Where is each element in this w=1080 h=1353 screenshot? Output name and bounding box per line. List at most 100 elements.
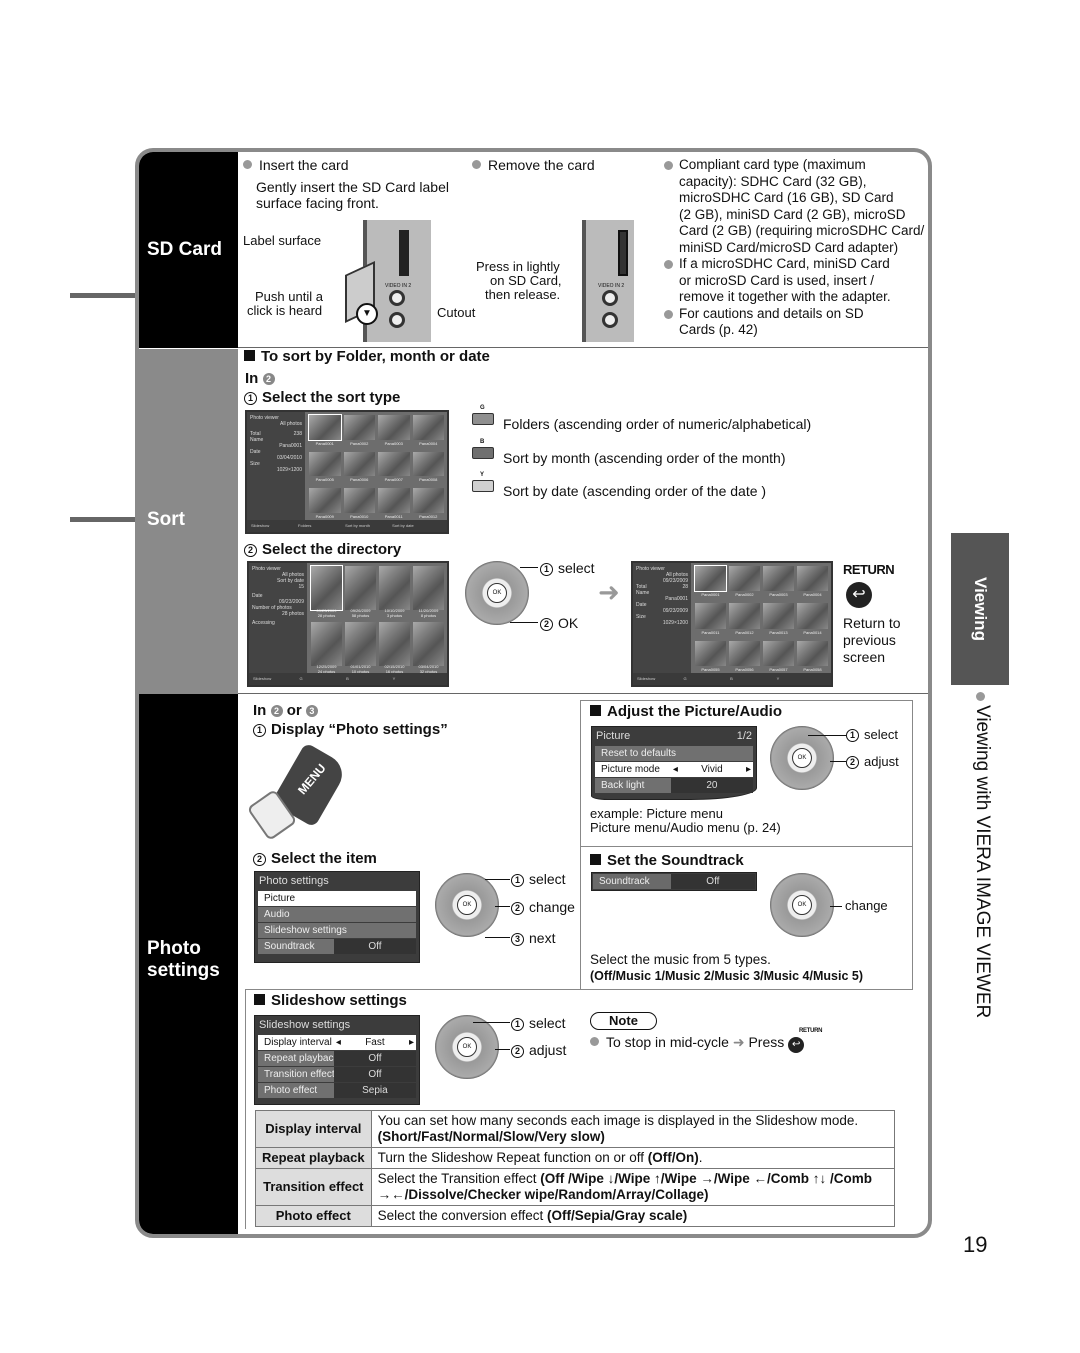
thumbnail-caption: Pana0005 bbox=[315, 477, 334, 483]
menu-item[interactable]: Picture mode ◂ ▸ Vivid bbox=[595, 762, 753, 777]
thumbnail[interactable]: Pana0057 bbox=[763, 640, 794, 675]
arrow-left-icon: ◂ bbox=[672, 764, 678, 775]
section-label: Sort bbox=[147, 509, 185, 530]
thumbnail[interactable]: Pana0058 bbox=[797, 640, 828, 675]
dpad-remote-icon: OK bbox=[435, 1015, 499, 1079]
return-button-icon: ↩ bbox=[846, 582, 872, 608]
video-jack bbox=[602, 290, 618, 306]
thumbnail[interactable]: Pana0055 bbox=[695, 640, 726, 675]
thumbnail[interactable]: Pana0001 bbox=[694, 564, 727, 600]
pad-select-label: 1 select bbox=[540, 560, 595, 577]
thumbnail-caption: Pana0004 bbox=[419, 440, 438, 446]
thumbnail[interactable]: 01/01/2010 10 photos bbox=[345, 622, 376, 675]
photo-thumbnail-image bbox=[378, 488, 410, 513]
screen-info-panel: Photo viewer All photos Sort by date 15 … bbox=[249, 563, 307, 673]
thumbnail[interactable]: Pana0011 bbox=[695, 603, 726, 637]
sort-in-step: In 2 bbox=[245, 370, 275, 388]
menu-item[interactable]: Transition effect Off bbox=[258, 1067, 416, 1082]
thumbnail[interactable]: Pana0014 bbox=[797, 603, 828, 637]
divider bbox=[580, 700, 581, 990]
thumbnail[interactable]: 11/20/2009 8 photos bbox=[413, 566, 444, 619]
menu-item[interactable]: Photo effect Sepia bbox=[258, 1083, 416, 1098]
note-badge: Note bbox=[590, 1012, 657, 1030]
color-key-button-icon bbox=[472, 480, 494, 492]
callout-line bbox=[510, 622, 538, 623]
thumbnail[interactable]: Pana0010 bbox=[343, 488, 375, 522]
arrow-right-icon: ▸ bbox=[408, 1037, 414, 1048]
photo-thumbnail-image bbox=[763, 640, 794, 666]
chapter-tab-viewing[interactable]: Viewing bbox=[951, 533, 1009, 685]
thumbnail[interactable]: Pana0012 bbox=[729, 603, 760, 637]
footer-key-label: Folders bbox=[298, 523, 312, 528]
arrow-right-icon: ▸ bbox=[745, 764, 751, 775]
note-line: For cautions and details on SD bbox=[679, 305, 864, 321]
thumbnail-grid: Pana0001 Pana0002 Pana0003 Pana0004 Pana0011… bbox=[691, 563, 831, 673]
thumbnail[interactable]: 09/26/2009 58 photos bbox=[345, 566, 376, 619]
thumbnail-caption: Pana0006 bbox=[350, 477, 369, 483]
menu-item[interactable]: Repeat playback Off bbox=[258, 1051, 416, 1066]
thumbnail[interactable]: Pana0006 bbox=[343, 451, 375, 486]
thumbnail[interactable]: Pana0011 bbox=[378, 488, 410, 522]
thumbnail[interactable]: Pana0004 bbox=[797, 566, 828, 600]
thumbnail[interactable]: Pana0003 bbox=[763, 566, 794, 600]
photo-step1: 1 Display “Photo settings” bbox=[253, 721, 448, 739]
menu-title: Picture 1/2 bbox=[596, 730, 752, 742]
bullet-icon bbox=[664, 309, 673, 319]
thumbnail[interactable]: 09/23/2009 28 photos bbox=[310, 565, 343, 619]
menu-item[interactable]: Slideshow settings bbox=[258, 923, 416, 938]
chapter-title: Viewing with VIERA IMAGE VIEWER bbox=[972, 705, 993, 1019]
thumbnail-caption: Pana0002 bbox=[350, 440, 369, 446]
slideshow-settings-menu: Slideshow settings Display interval ◂ ▸ Fast… bbox=[254, 1015, 420, 1105]
footer-key-label: Sort by month bbox=[345, 523, 370, 528]
square-bullet-icon bbox=[590, 705, 601, 716]
footer-key-label: B bbox=[346, 676, 349, 681]
menu-item[interactable]: Audio bbox=[258, 907, 416, 922]
menu-item[interactable]: Reset to defaults bbox=[595, 746, 753, 761]
menu-item[interactable]: Picture bbox=[258, 891, 416, 906]
callout-line bbox=[495, 906, 510, 907]
sort-key-item: Y Sort by date (ascending order of the da… bbox=[472, 472, 872, 506]
thumbnail[interactable]: Pana0008 bbox=[412, 451, 444, 486]
menu-item-value: ◂ ▸ Fast bbox=[333, 1035, 416, 1050]
thumbnail[interactable]: 10/10/2009 3 photos bbox=[379, 566, 410, 619]
thumbnail[interactable]: 12/25/2009 24 photos bbox=[311, 622, 342, 675]
slideshow-settings-table: Display interval You can set how many sec… bbox=[255, 1110, 896, 1227]
thumbnail[interactable]: Pana0056 bbox=[729, 640, 760, 675]
menu-item[interactable]: Back light 20 bbox=[595, 778, 753, 793]
thumbnail[interactable]: Pana0007 bbox=[378, 451, 410, 486]
note-line: capacity): SDHC Card (32 GB), bbox=[679, 173, 867, 189]
folder-grid: 09/23/2009 28 photos 09/26/2009 58 photos 10… bbox=[307, 563, 447, 675]
thumbnail[interactable]: Pana0009 bbox=[309, 488, 341, 522]
section-tick-sort bbox=[70, 517, 136, 522]
sort-key-item: G Folders (ascending order of numeric/alp… bbox=[472, 405, 872, 439]
thumbnail[interactable]: Pana0004 bbox=[412, 415, 444, 449]
thumbnail[interactable]: Pana0012 bbox=[412, 488, 444, 522]
thumbnail[interactable]: Pana0002 bbox=[729, 566, 760, 600]
thumbnail[interactable]: Pana0001 bbox=[308, 414, 342, 449]
screen-footer: Slideshow Folders Sort by month Sort by dat… bbox=[247, 520, 447, 532]
return-key-label: RETURN bbox=[843, 562, 895, 577]
footer-key-label: Y bbox=[392, 676, 396, 681]
photo-thumbnail-image bbox=[378, 415, 410, 440]
thumbnail[interactable]: Pana0005 bbox=[309, 451, 341, 486]
square-bullet-icon bbox=[590, 854, 601, 865]
arrow-right-icon: ➜ bbox=[598, 577, 620, 607]
sort-heading: To sort by Folder, month or date bbox=[244, 348, 490, 366]
thumbnail-caption: Pana0002 bbox=[735, 592, 754, 598]
thumbnail[interactable]: Pana0003 bbox=[378, 415, 410, 449]
menu-item[interactable]: Soundtrack Off bbox=[258, 939, 416, 954]
picture-menu: Picture 1/2 Reset to defaults Picture mode ◂… bbox=[591, 726, 757, 800]
folder-count: 3 photos bbox=[386, 613, 403, 618]
thumbnail[interactable]: 03/04/2010 32 photos bbox=[413, 622, 444, 675]
thumbnail[interactable]: 02/15/2010 16 photos bbox=[379, 622, 410, 675]
pad-adjust-label: 2 adjust bbox=[511, 1042, 566, 1059]
thumbnail[interactable]: Pana0013 bbox=[763, 603, 794, 637]
menu-item[interactable]: Display interval ◂ ▸ Fast bbox=[258, 1035, 416, 1050]
photo-step2: 2 Select the item bbox=[253, 850, 377, 868]
menu-title: Photo settings bbox=[259, 875, 329, 887]
menu-item-value: Off bbox=[333, 1067, 416, 1082]
divider bbox=[580, 700, 912, 701]
pad-select-label: 1 select bbox=[511, 1015, 566, 1032]
thumbnail[interactable]: Pana0002 bbox=[343, 415, 375, 449]
folder-count: 28 photos bbox=[317, 613, 336, 618]
